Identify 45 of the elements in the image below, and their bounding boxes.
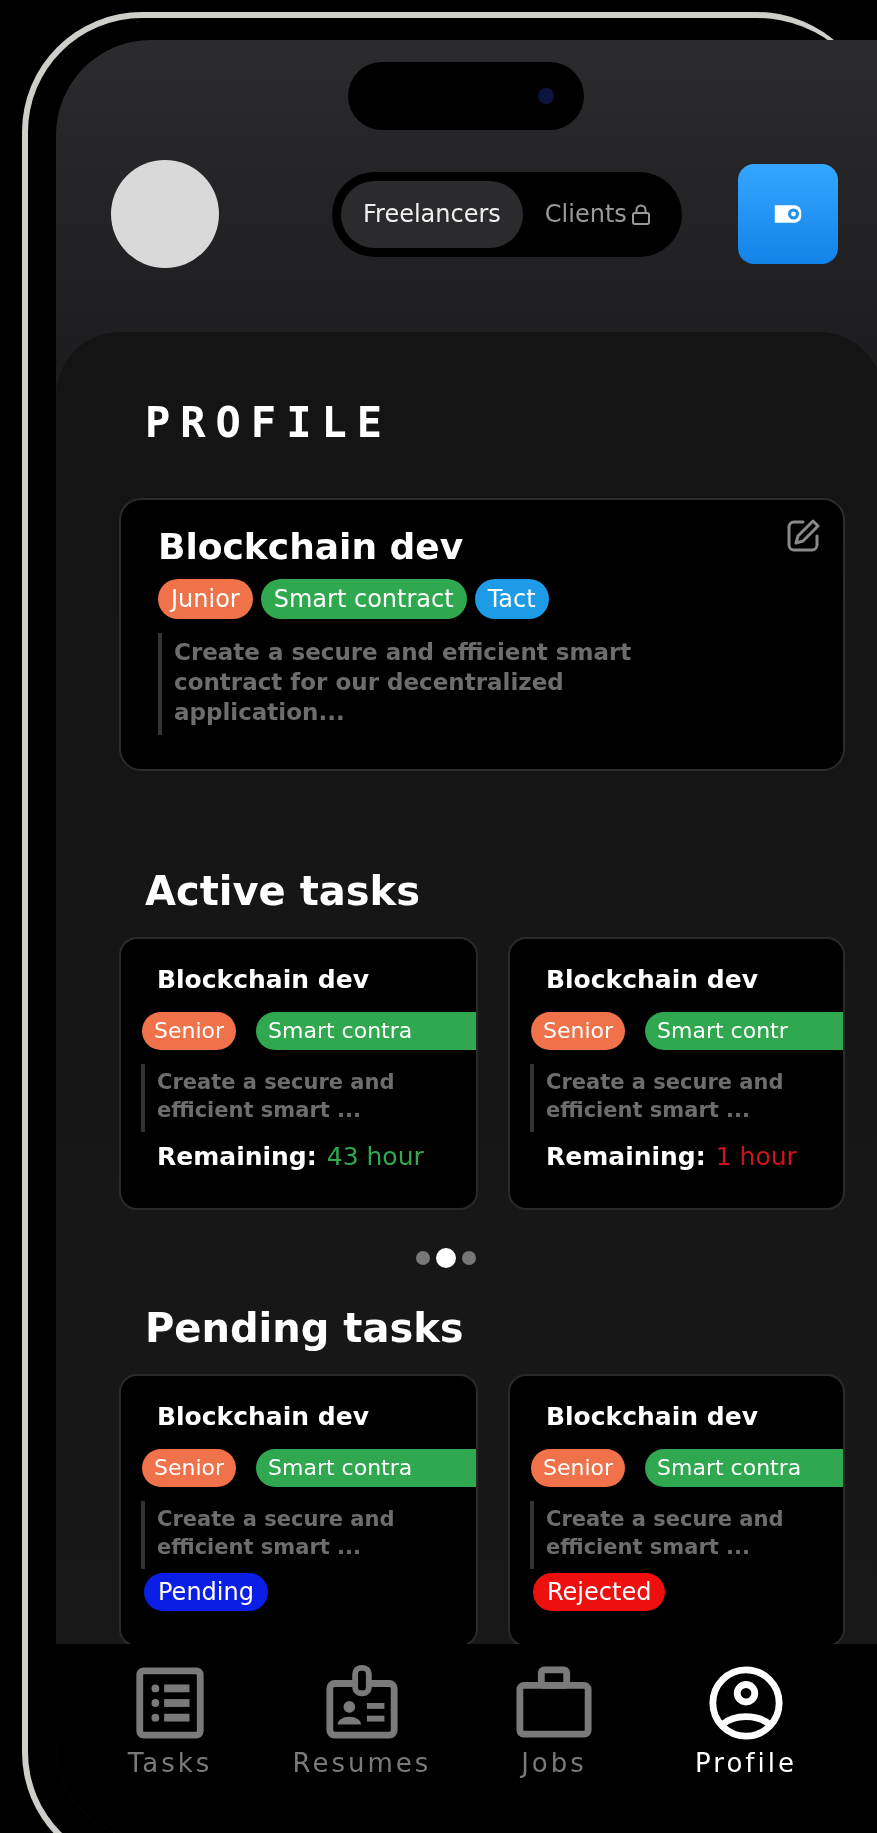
- task-card[interactable]: Blockchain dev Senior Smart contra Create a secure and efficient smart ... Remaining: 43 hour: [119, 937, 478, 1210]
- card-title: Blockchain dev: [158, 526, 464, 567]
- task-card[interactable]: Blockchain dev Senior Smart contra Create a secure and efficient smart ... Pending: [119, 1374, 478, 1644]
- carousel-dot[interactable]: [436, 1248, 456, 1268]
- carousel-dot[interactable]: [462, 1251, 476, 1265]
- status-badge: Pending: [144, 1573, 268, 1611]
- tag: Tact: [474, 579, 549, 619]
- card-title: Blockchain dev: [546, 965, 758, 994]
- card-title: Blockchain dev: [157, 1402, 369, 1431]
- nav-tab[interactable]: Profile: [650, 1664, 842, 1792]
- tag: Senior: [142, 1449, 237, 1487]
- wallet-button[interactable]: [737, 164, 838, 264]
- status-badge: Rejected: [533, 1573, 666, 1611]
- tag: Junior: [158, 579, 253, 619]
- segment-tab[interactable]: Freelancers: [341, 180, 523, 248]
- tag: Senior: [531, 1012, 626, 1050]
- remaining-value: 1 hour: [715, 1142, 797, 1171]
- tag: Smart contract: [260, 579, 467, 619]
- carousel-dot[interactable]: [416, 1251, 430, 1265]
- remaining-value: 43 hour: [326, 1142, 424, 1171]
- section-heading: Active tasks: [145, 871, 420, 911]
- card-title: Blockchain dev: [157, 965, 369, 994]
- remaining-label: Remaining:: [157, 1142, 317, 1171]
- description: Create a secure and efficient smart ...: [157, 1506, 396, 1561]
- page-title: PROFILE: [145, 402, 392, 444]
- tag: Smart contra: [256, 1449, 476, 1487]
- tag: Senior: [142, 1012, 237, 1050]
- id-badge-icon: [323, 1664, 401, 1742]
- tag: Smart contr: [645, 1012, 843, 1050]
- task-card[interactable]: Blockchain dev Senior Smart contr Create a secure and efficient smart ... Remaining: 1 hour: [508, 937, 845, 1210]
- tag: Smart contra: [256, 1012, 476, 1050]
- remaining-label: Remaining:: [546, 1142, 706, 1171]
- tag: Smart contra: [645, 1449, 843, 1487]
- tag: Senior: [531, 1449, 626, 1487]
- description: Create a secure and efficient smart ...: [546, 1069, 785, 1124]
- profile-icon: [707, 1664, 785, 1742]
- segment-tab[interactable]: Clients: [522, 180, 673, 248]
- description: Create a secure and efficient smart ...: [157, 1069, 396, 1124]
- card-title: Blockchain dev: [546, 1402, 758, 1431]
- description: Create a secure and efficient smart contract for our decentralized application...: [174, 638, 633, 727]
- nav-tab[interactable]: Jobs: [458, 1664, 650, 1792]
- nav-tab[interactable]: Tasks: [74, 1664, 266, 1792]
- description: Create a secure and efficient smart ...: [546, 1506, 785, 1561]
- task-card[interactable]: Blockchain dev Senior Smart contra Create a secure and efficient smart ... Rejected: [508, 1374, 845, 1644]
- nav-tab[interactable]: Resumes: [266, 1664, 458, 1792]
